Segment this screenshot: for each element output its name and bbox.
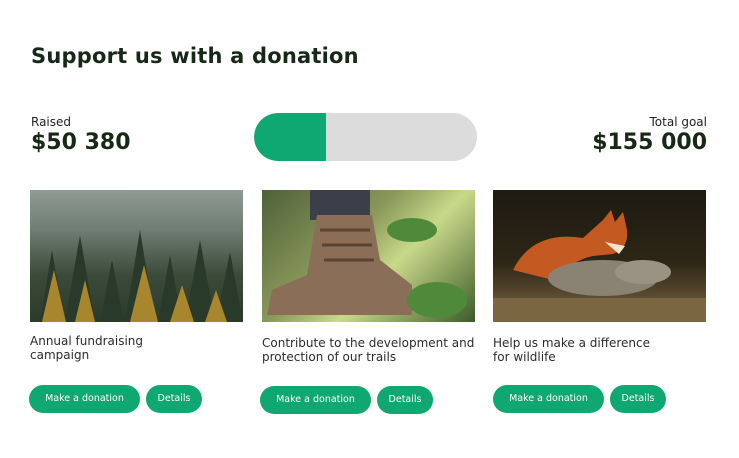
card-description: Help us make a difference for wildlife [493, 336, 651, 364]
raised-stat: Raised $50 380 [31, 115, 131, 155]
campaign-card: Contribute to the development and protec… [262, 190, 475, 364]
details-button[interactable]: Details [377, 386, 433, 414]
donation-progress-bar [254, 113, 477, 161]
page-title: Support us with a donation [31, 44, 359, 68]
details-button[interactable]: Details [610, 385, 666, 413]
details-button[interactable]: Details [146, 385, 202, 413]
progress-fill [254, 113, 327, 161]
card-description: Annual fundraising campaign [30, 334, 144, 362]
hiking-boot-photo [262, 190, 475, 322]
raised-amount: $50 380 [31, 130, 131, 155]
goal-amount: $155 000 [592, 130, 707, 155]
campaign-card: Annual fundraising campaign [30, 190, 243, 362]
goal-label: Total goal [649, 115, 708, 129]
card-description: Contribute to the development and protec… [262, 336, 475, 364]
forest-photo [30, 190, 243, 322]
fox-photo [493, 190, 706, 322]
make-donation-button[interactable]: Make a donation [493, 385, 604, 413]
goal-stat: Total goal $155 000 [592, 115, 707, 155]
make-donation-button[interactable]: Make a donation [260, 386, 371, 414]
raised-label: Raised [31, 115, 72, 129]
make-donation-button[interactable]: Make a donation [29, 385, 140, 413]
campaign-card: Help us make a difference for wildlife [493, 190, 706, 364]
